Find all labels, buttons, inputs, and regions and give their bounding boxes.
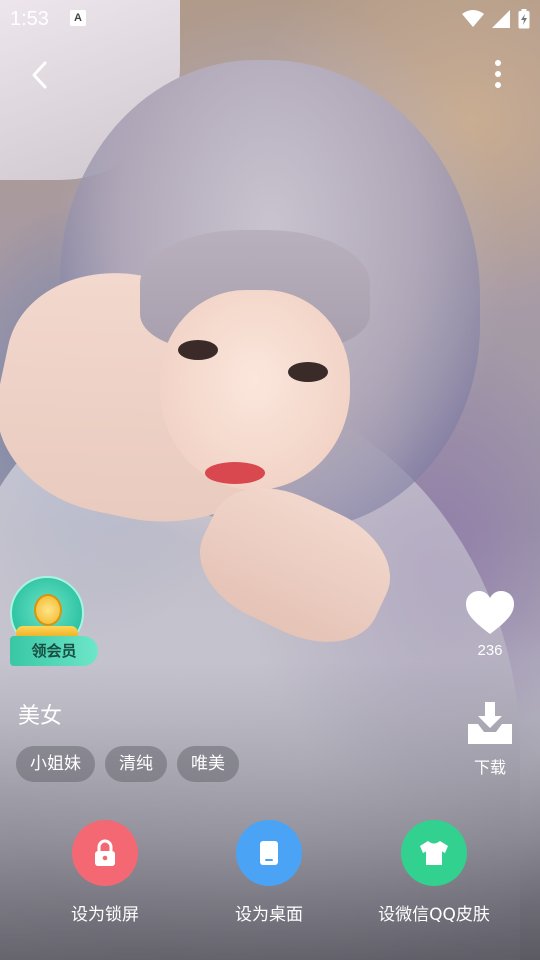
wifi-icon — [462, 10, 484, 27]
signal-icon — [492, 10, 510, 28]
like-count: 236 — [477, 642, 503, 659]
battery-charging-icon — [518, 9, 530, 29]
skin-icon-circle — [401, 820, 467, 886]
action-bar: 设为锁屏 设为桌面 设微信QQ皮肤 — [0, 820, 540, 930]
lockscreen-icon-circle — [72, 820, 138, 886]
status-bar: 1:53 A — [0, 0, 540, 38]
heart-icon — [466, 591, 514, 634]
wallpaper-title: 美女 — [18, 704, 63, 729]
download-label: 下载 — [473, 758, 506, 777]
tag-list: 小姐妹 清纯 唯美 — [16, 746, 239, 782]
tag-chip[interactable]: 唯美 — [177, 746, 239, 782]
tag-chip[interactable]: 小姐妹 — [16, 746, 95, 782]
more-vertical-icon — [495, 60, 501, 88]
wallpaper-image — [0, 0, 540, 960]
set-wechat-qq-skin-button[interactable]: 设微信QQ皮肤 — [349, 820, 519, 925]
status-time: 1:53 — [10, 7, 49, 30]
download-button[interactable]: 下载 — [462, 700, 518, 780]
set-lockscreen-button[interactable]: 设为锁屏 — [20, 820, 190, 925]
vip-badge[interactable]: 领会员 — [6, 574, 98, 670]
notification-a-icon: A — [70, 10, 86, 26]
more-options-button[interactable] — [480, 55, 520, 95]
set-wechat-qq-skin-label: 设微信QQ皮肤 — [378, 905, 490, 925]
lock-icon — [95, 839, 115, 866]
set-lockscreen-label: 设为锁屏 — [71, 905, 139, 925]
set-desktop-label: 设为桌面 — [235, 905, 303, 925]
coin-icon — [34, 594, 62, 626]
like-button[interactable]: 236 — [462, 590, 518, 670]
tag-chip[interactable]: 清纯 — [105, 746, 167, 782]
back-button[interactable] — [20, 55, 60, 95]
desktop-icon-circle — [236, 820, 302, 886]
vip-label: 领会员 — [10, 636, 98, 666]
tablet-icon — [260, 841, 278, 865]
download-icon — [468, 702, 512, 744]
set-desktop-button[interactable]: 设为桌面 — [184, 820, 354, 925]
tshirt-icon — [420, 841, 448, 865]
chevron-left-icon — [32, 61, 47, 89]
